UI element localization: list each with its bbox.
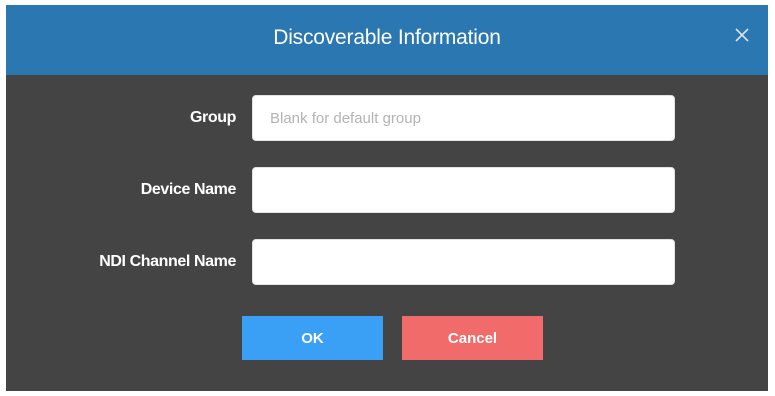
device-name-row: Device Name <box>6 167 768 213</box>
cancel-button[interactable]: Cancel <box>402 316 543 360</box>
dialog-title: Discoverable Information <box>273 26 501 49</box>
ndi-channel-name-label: NDI Channel Name <box>99 253 236 270</box>
dialog-titlebar: Discoverable Information <box>6 5 768 75</box>
group-row: Group <box>6 95 768 141</box>
close-icon <box>735 28 749 42</box>
close-button[interactable] <box>732 25 752 45</box>
device-name-input[interactable] <box>252 167 675 213</box>
discoverable-information-dialog: Discoverable Information Group Device Na… <box>6 5 768 391</box>
ndi-channel-name-row: NDI Channel Name <box>6 239 768 285</box>
device-name-label: Device Name <box>140 181 237 198</box>
group-label: Group <box>190 109 236 126</box>
ok-button[interactable]: OK <box>242 316 383 360</box>
group-input[interactable] <box>252 95 675 141</box>
ndi-channel-name-input[interactable] <box>252 239 675 285</box>
